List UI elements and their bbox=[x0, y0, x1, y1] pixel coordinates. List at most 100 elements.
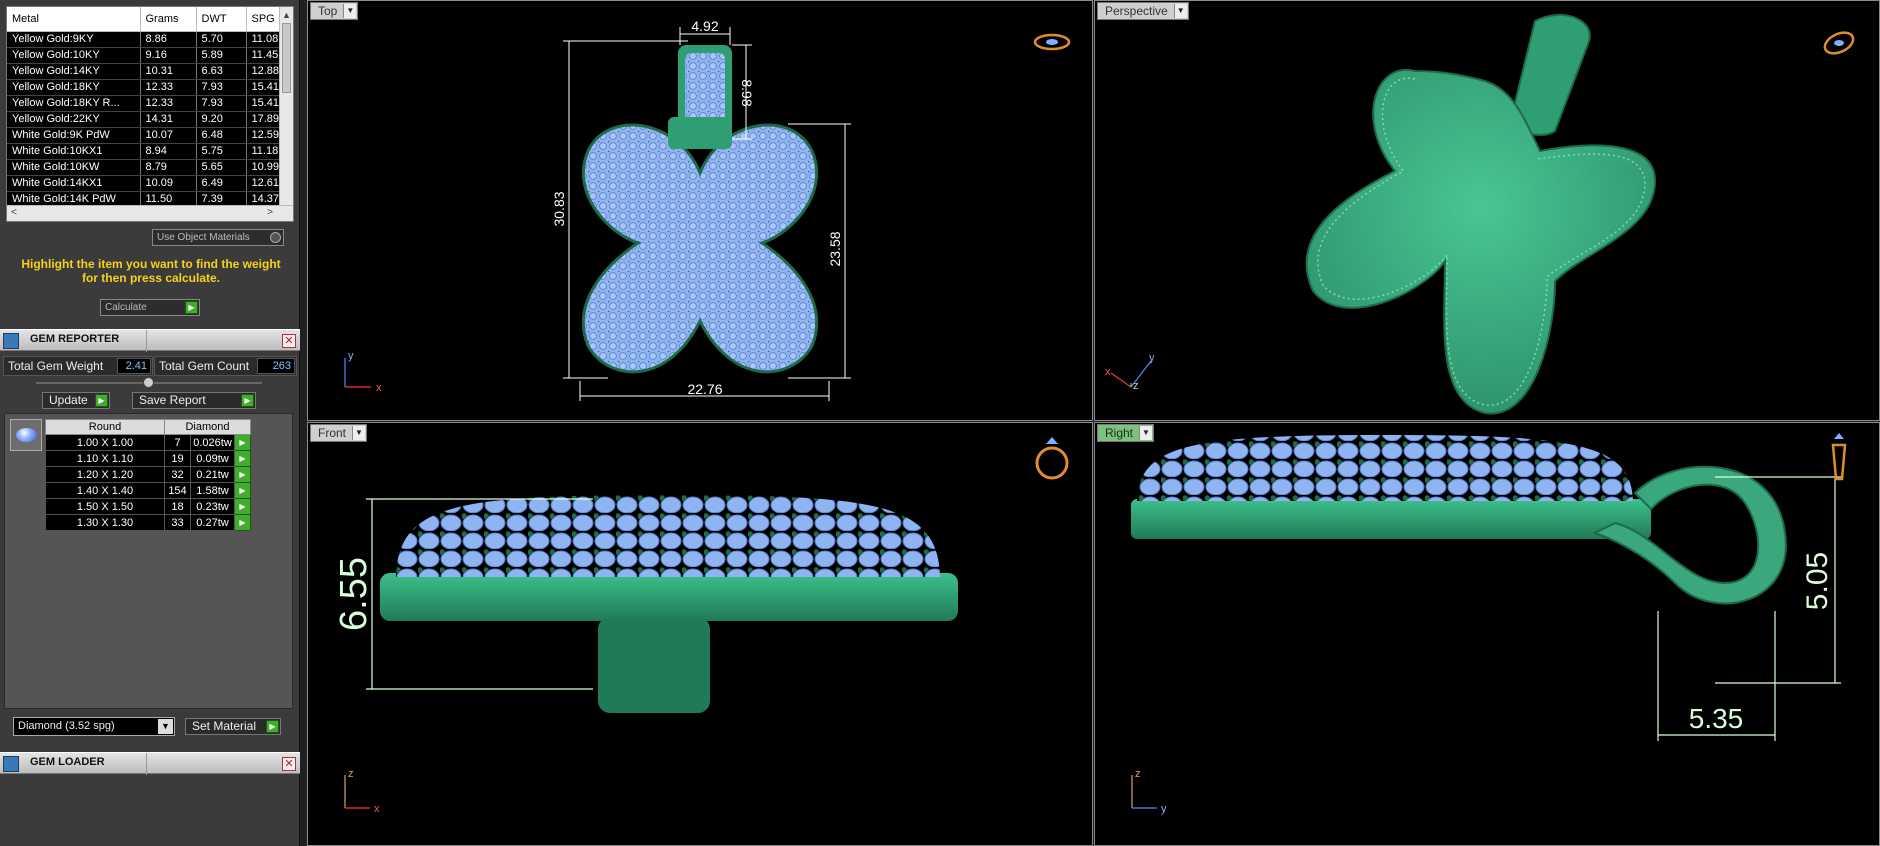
dwt: 7.93 bbox=[196, 95, 247, 112]
select-arrow-icon[interactable]: ▶ bbox=[234, 466, 251, 483]
save-report-button[interactable]: Save Report ▶ bbox=[132, 392, 256, 409]
right-view-canvas[interactable]: 5.05 5.35 z y bbox=[1095, 423, 1880, 846]
vertical-scrollbar[interactable]: ▲ bbox=[279, 7, 293, 207]
viewport-top-label: Top bbox=[318, 4, 338, 18]
gem-size: 1.40 X 1.40 bbox=[45, 482, 165, 499]
dim-bail-height: 8.98 bbox=[739, 79, 755, 106]
column-header-dwt[interactable]: DWT bbox=[196, 7, 247, 32]
material-select-value: Diamond (3.52 spg) bbox=[18, 720, 115, 732]
axis-gizmo: z y bbox=[1131, 768, 1167, 815]
front-view-canvas[interactable]: 6.55 z x bbox=[308, 423, 1093, 846]
gem-size: 1.50 X 1.50 bbox=[45, 498, 165, 515]
header-divider bbox=[146, 330, 147, 352]
table-row[interactable]: 1.10 X 1.10 19 0.09tw ▶ bbox=[45, 450, 251, 467]
set-material-button[interactable]: Set Material ▶ bbox=[185, 718, 281, 735]
column-header-metal[interactable]: Metal bbox=[7, 7, 141, 32]
gem-count: 32 bbox=[164, 466, 191, 483]
dwt: 7.93 bbox=[196, 79, 247, 96]
top-view-canvas[interactable]: 4.92 8.98 30.83 23.58 22.76 y x bbox=[308, 1, 1093, 421]
dim-height: 6.55 bbox=[333, 557, 375, 631]
scrollbar-thumb[interactable] bbox=[282, 23, 291, 93]
table-row[interactable]: Yellow Gold:18KY 12.33 7.93 15.41 bbox=[7, 79, 282, 96]
gem-reporter-header: GEM REPORTER ✕ bbox=[0, 329, 300, 352]
table-row[interactable]: Yellow Gold:14KY 10.31 6.63 12.88 bbox=[7, 63, 282, 80]
close-icon[interactable]: ✕ bbox=[282, 757, 296, 771]
metal-name: White Gold:9K PdW bbox=[7, 127, 141, 144]
chevron-down-icon[interactable]: ▼ bbox=[352, 426, 366, 440]
metal-weight-table[interactable]: Metal Grams DWT SPG Yellow Gold:9KY 8.86 5… bbox=[6, 6, 294, 222]
scroll-left-icon[interactable]: < bbox=[11, 207, 17, 218]
axis-gizmo: y x z bbox=[1105, 352, 1155, 392]
select-arrow-icon[interactable]: ▶ bbox=[234, 514, 251, 531]
header-divider bbox=[146, 753, 147, 775]
table-row[interactable]: Yellow Gold:18KY R... 12.33 7.93 15.41 bbox=[7, 95, 282, 112]
set-material-label: Set Material bbox=[192, 719, 257, 733]
chevron-down-icon[interactable]: ▼ bbox=[158, 719, 173, 734]
radio-icon[interactable] bbox=[270, 232, 281, 243]
select-arrow-icon[interactable]: ▶ bbox=[234, 482, 251, 499]
select-arrow-icon[interactable]: ▶ bbox=[234, 498, 251, 515]
viewport-right[interactable]: 5.05 5.35 z y Right ▼ bbox=[1094, 422, 1880, 846]
axis-gizmo: z x bbox=[344, 768, 380, 815]
play-arrow-icon: ▶ bbox=[185, 301, 198, 314]
gem-size: 1.00 X 1.00 bbox=[45, 434, 165, 451]
axis-y-label: y bbox=[1161, 803, 1167, 815]
perspective-view-canvas[interactable]: y x z bbox=[1095, 1, 1880, 421]
viewport-right-tab[interactable]: Right ▼ bbox=[1097, 424, 1155, 442]
chevron-down-icon[interactable]: ▼ bbox=[1173, 4, 1187, 18]
table-row[interactable]: White Gold:10KX1 8.94 5.75 11.18 bbox=[7, 143, 282, 160]
chevron-down-icon[interactable]: ▼ bbox=[1139, 426, 1153, 440]
dwt: 5.75 bbox=[196, 143, 247, 160]
table-row[interactable]: 1.50 X 1.50 18 0.23tw ▶ bbox=[45, 498, 251, 515]
grams: 8.79 bbox=[140, 159, 197, 176]
viewport-right-label: Right bbox=[1105, 426, 1134, 440]
gem-thumbnail[interactable] bbox=[10, 419, 42, 451]
table-row[interactable]: White Gold:14KX1 10.09 6.49 12.61 bbox=[7, 175, 282, 192]
viewport-perspective-tab[interactable]: Perspective ▼ bbox=[1097, 2, 1189, 20]
dwt: 5.89 bbox=[196, 47, 247, 64]
table-row[interactable]: 1.00 X 1.00 7 0.026tw ▶ bbox=[45, 434, 251, 451]
table-row[interactable]: Yellow Gold:22KY 14.31 9.20 17.89 bbox=[7, 111, 282, 128]
table-row[interactable]: White Gold:10KW 8.79 5.65 10.99 bbox=[7, 159, 282, 176]
viewport-front-label: Front bbox=[318, 426, 347, 440]
select-arrow-icon[interactable]: ▶ bbox=[234, 434, 251, 451]
table-row[interactable]: 1.30 X 1.30 33 0.27tw ▶ bbox=[45, 514, 251, 531]
chevron-down-icon[interactable]: ▼ bbox=[343, 4, 357, 18]
scroll-up-icon[interactable]: ▲ bbox=[282, 10, 291, 20]
spg: 12.88 bbox=[246, 63, 282, 80]
table-row[interactable]: Yellow Gold:9KY 8.86 5.70 11.08 bbox=[7, 31, 282, 48]
metal-table: Metal Grams DWT SPG Yellow Gold:9KY 8.86 5… bbox=[7, 7, 282, 208]
dim-total-height: 30.83 bbox=[551, 191, 567, 226]
calculate-button[interactable]: Calculate ▶ bbox=[100, 299, 200, 316]
viewport-front[interactable]: 6.55 z x Front ▼ bbox=[307, 422, 1093, 846]
viewport-top[interactable]: 4.92 8.98 30.83 23.58 22.76 y x Top ▼ bbox=[307, 0, 1093, 421]
scroll-right-icon[interactable]: > bbox=[267, 207, 273, 218]
horizontal-scrollbar[interactable]: < > bbox=[7, 205, 293, 221]
column-header-grams[interactable]: Grams bbox=[140, 7, 197, 32]
metal-name: Yellow Gold:18KY bbox=[7, 79, 141, 96]
viewport-perspective[interactable]: y x z Perspective ▼ bbox=[1094, 0, 1880, 421]
pendant-body bbox=[1305, 68, 1657, 415]
column-header-spg[interactable]: SPG bbox=[246, 7, 282, 32]
table-row[interactable]: 1.20 X 1.20 32 0.21tw ▶ bbox=[45, 466, 251, 483]
update-label: Update bbox=[49, 393, 88, 407]
table-row[interactable]: Yellow Gold:10KY 9.16 5.89 11.45 bbox=[7, 47, 282, 64]
gem-count: 154 bbox=[164, 482, 191, 499]
total-gem-weight-value: 2.41 bbox=[117, 358, 151, 374]
use-object-materials-toggle[interactable]: Use Object Materials bbox=[152, 229, 284, 246]
viewport-front-tab[interactable]: Front ▼ bbox=[310, 424, 368, 442]
close-icon[interactable]: ✕ bbox=[282, 334, 296, 348]
metal-name: White Gold:10KX1 bbox=[7, 143, 141, 160]
table-row[interactable]: White Gold:9K PdW 10.07 6.48 12.59 bbox=[7, 127, 282, 144]
viewport-top-tab[interactable]: Top ▼ bbox=[310, 2, 359, 20]
table-row[interactable]: 1.40 X 1.40 154 1.58tw ▶ bbox=[45, 482, 251, 499]
slider-handle[interactable] bbox=[143, 377, 154, 388]
update-button[interactable]: Update ▶ bbox=[42, 392, 110, 409]
material-select[interactable]: Diamond (3.52 spg) ▼ bbox=[13, 717, 175, 736]
select-arrow-icon[interactable]: ▶ bbox=[234, 450, 251, 467]
column-header-diamond: Diamond bbox=[164, 419, 251, 435]
gem-weight: 0.27tw bbox=[190, 514, 235, 531]
left-tool-panel: Metal Grams DWT SPG Yellow Gold:9KY 8.86 5… bbox=[0, 0, 300, 846]
grams: 12.33 bbox=[140, 95, 197, 112]
hint-line-2: for then press calculate. bbox=[81, 271, 221, 285]
